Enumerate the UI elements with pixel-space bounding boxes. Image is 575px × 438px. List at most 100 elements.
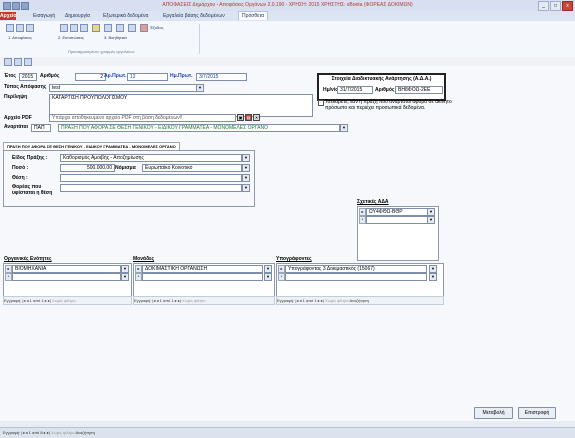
tools-icon[interactable]	[116, 24, 124, 32]
new-row-selector[interactable]: *	[135, 273, 142, 281]
number-field[interactable]: 2	[75, 73, 106, 81]
prev-record-icon[interactable]: ◂	[25, 430, 27, 435]
next-record-icon[interactable]: ▸	[318, 298, 320, 303]
tab-external-data[interactable]: Εξωτερικά δεδομένα	[100, 12, 151, 20]
next-record-icon[interactable]: ▸	[44, 430, 46, 435]
ada-date-field[interactable]: 31/7/2015	[337, 86, 373, 94]
new-icon[interactable]	[16, 24, 24, 32]
chevron-down-icon[interactable]: ▼	[427, 208, 435, 216]
next-record-icon[interactable]: ▸	[175, 298, 177, 303]
chevron-down-icon[interactable]: ▼	[242, 164, 250, 172]
delete-pdf-icon[interactable]: ✕	[253, 114, 260, 121]
posted-type-select[interactable]: ΠΡΑΞΗ ΠΟΥ ΑΦΟΡΑ ΣΕ ΘΕΣΗ ΓΕΝΙΚΟΥ - ΕΙΔΙΚΟ…	[58, 124, 340, 132]
no-filter-label[interactable]: Χωρίς φίλτρο	[52, 298, 76, 303]
org-unit-new-row[interactable]	[12, 273, 121, 281]
report-icon[interactable]	[70, 24, 78, 32]
chevron-down-icon[interactable]: ▼	[121, 273, 129, 281]
no-filter-label[interactable]: Χωρίς φίλτρο	[51, 430, 75, 435]
decision-icon[interactable]	[6, 24, 14, 32]
chevron-down-icon[interactable]: ▼	[121, 265, 129, 273]
protocol-date-field[interactable]: 3/7/2015	[196, 73, 247, 81]
organization-select[interactable]	[60, 184, 242, 192]
search-label[interactable]: Αναζήτηση	[349, 298, 368, 303]
ada-number-field[interactable]: ΒΗ8ΦΟΩ-2ΕΕ	[395, 86, 443, 94]
posted-code-field[interactable]: ΠΑΠ	[31, 124, 51, 132]
prev-record-icon[interactable]: ◂	[299, 298, 301, 303]
return-button[interactable]: Επιστροφή	[518, 407, 556, 419]
first-record-icon[interactable]: |◂	[295, 298, 298, 303]
chevron-down-icon[interactable]: ▼	[242, 154, 250, 162]
unit-row[interactable]: ΔΟΚΙΜΑΣΤΙΚΗ ΟΡΓΑΝΩΣΗ	[142, 265, 263, 273]
prev-record-icon[interactable]: ◂	[156, 298, 158, 303]
settings-icon[interactable]	[104, 24, 112, 32]
info-icon[interactable]	[128, 24, 136, 32]
group-utilities-menu[interactable]: 3. Βοηθητικά	[104, 35, 127, 40]
chevron-down-icon[interactable]: ▼	[429, 265, 437, 273]
last-record-icon[interactable]: ▸|	[178, 298, 181, 303]
refresh-icon[interactable]	[24, 58, 32, 66]
currency-select[interactable]: Ευρωπαϊκό Κοινοτικό	[142, 164, 242, 172]
row-selector[interactable]: ▸	[5, 265, 12, 273]
signatory-new-row[interactable]	[285, 273, 427, 281]
exit-label[interactable]: Έξοδος	[150, 25, 163, 30]
open-pdf-icon[interactable]: ▤	[245, 114, 252, 121]
unit-new-row[interactable]	[142, 273, 263, 281]
search-label[interactable]: Αναζήτηση	[75, 430, 94, 435]
delete-record-icon[interactable]	[14, 58, 22, 66]
group-prints-menu[interactable]: 2. Εκτυπώσεις	[58, 35, 84, 40]
related-ada-new-row[interactable]	[366, 216, 428, 224]
edit-icon[interactable]	[26, 24, 34, 32]
print-icon[interactable]	[60, 24, 68, 32]
last-record-icon[interactable]: ▸|	[48, 298, 51, 303]
row-selector[interactable]: ▸	[135, 265, 142, 273]
close-button[interactable]: x	[562, 1, 573, 11]
preview-icon[interactable]	[80, 24, 88, 32]
chevron-down-icon[interactable]: ▼	[429, 273, 437, 281]
chevron-down-icon[interactable]: ▼	[340, 124, 348, 132]
maximize-button[interactable]: □	[550, 1, 561, 11]
year-field[interactable]: 2015	[19, 73, 37, 81]
exit-icon[interactable]	[140, 24, 148, 32]
folder-icon[interactable]	[92, 24, 100, 32]
tab-file[interactable]: Αρχείο	[0, 12, 16, 20]
chevron-down-icon[interactable]: ▼	[427, 216, 435, 224]
tab-insert[interactable]: Εισαγωγή	[30, 12, 58, 20]
last-record-icon[interactable]: ▸|	[321, 298, 324, 303]
group-decisions-menu[interactable]: 1. Αποφάσεις	[8, 35, 32, 40]
related-ada-row[interactable]: ΩΥ4ΦΘΩ-ΒΘΡ	[366, 208, 428, 216]
tab-addins[interactable]: Πρόσθετα	[238, 11, 269, 20]
no-filter-label[interactable]: Χωρίς φίλτρο	[325, 298, 349, 303]
protocol-number-field[interactable]: 12	[127, 73, 168, 81]
org-unit-row[interactable]: ΒΙΟΜΗΧΑΝΙΑ	[12, 265, 121, 273]
signatory-row[interactable]: Υπογράφοντας 3 Δοκιμαστικός (15067)	[285, 265, 427, 273]
new-row-selector[interactable]: *	[359, 216, 366, 224]
save-record-icon[interactable]	[4, 58, 12, 66]
position-select[interactable]	[60, 174, 242, 182]
save-pdf-icon[interactable]: ▣	[237, 114, 244, 121]
pdf-file-field[interactable]: Υπάρχει αποθηκευμένο αρχείο PDF στη βάση…	[49, 114, 236, 122]
chevron-down-icon[interactable]: ▼	[242, 174, 250, 182]
tab-create[interactable]: Δημιουργία	[62, 12, 93, 20]
first-record-icon[interactable]: |◂	[152, 298, 155, 303]
minimize-button[interactable]: _	[538, 1, 549, 11]
personal-data-checkbox[interactable]	[318, 100, 324, 106]
chevron-down-icon[interactable]: ▼	[264, 273, 272, 281]
tab-posting-type[interactable]: ΠΡΑΞΗ ΠΟΥ ΑΦΟΡΑ ΣΕ ΘΕΣΗ ΓΕΝΙΚΟΥ - ΕΙΔΙΚΟ…	[3, 142, 180, 150]
last-record-icon[interactable]: ▸|	[47, 430, 50, 435]
decision-type-select[interactable]: test	[49, 84, 197, 92]
act-type-select[interactable]: Καθορισμός Αμοιβής - Αποζημίωσης	[60, 154, 242, 162]
chevron-down-icon[interactable]: ▼	[196, 84, 204, 92]
first-record-icon[interactable]: |◂	[22, 298, 25, 303]
chevron-down-icon[interactable]: ▼	[264, 265, 272, 273]
new-row-selector[interactable]: *	[5, 273, 12, 281]
prev-record-icon[interactable]: ◂	[26, 298, 28, 303]
row-selector[interactable]: ▸	[278, 265, 285, 273]
next-record-icon[interactable]: ▸	[45, 298, 47, 303]
row-selector[interactable]: ▸	[359, 208, 366, 216]
chevron-down-icon[interactable]: ▼	[242, 184, 250, 192]
new-row-selector[interactable]: *	[278, 273, 285, 281]
no-filter-label[interactable]: Χωρίς φίλτρο	[182, 298, 206, 303]
modify-button[interactable]: Μεταβολή	[474, 407, 513, 419]
amount-field[interactable]: 500.000,00	[60, 164, 115, 172]
tab-database-tools[interactable]: Εργαλεία βάσης δεδομένων	[160, 12, 228, 20]
